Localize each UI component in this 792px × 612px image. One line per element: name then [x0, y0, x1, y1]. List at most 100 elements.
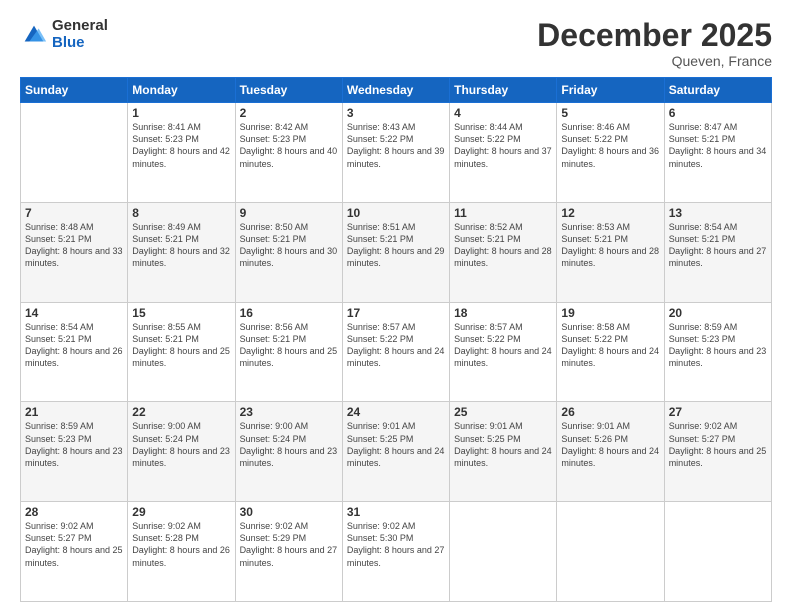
- day-info: Sunrise: 8:44 AM Sunset: 5:22 PM Dayligh…: [454, 121, 552, 170]
- daylight-hours: Daylight: 8 hours and 24 minutes.: [347, 446, 445, 468]
- daylight-hours: Daylight: 8 hours and 23 minutes.: [25, 446, 123, 468]
- day-info: Sunrise: 8:58 AM Sunset: 5:22 PM Dayligh…: [561, 321, 659, 370]
- sunrise-time: Sunrise: 8:59 AM: [669, 322, 738, 332]
- day-info: Sunrise: 8:57 AM Sunset: 5:22 PM Dayligh…: [347, 321, 445, 370]
- day-number: 2: [240, 106, 338, 120]
- sunrise-time: Sunrise: 8:56 AM: [240, 322, 309, 332]
- sunrise-time: Sunrise: 8:47 AM: [669, 122, 738, 132]
- calendar-header-row: SundayMondayTuesdayWednesdayThursdayFrid…: [21, 78, 772, 103]
- day-info: Sunrise: 9:01 AM Sunset: 5:25 PM Dayligh…: [454, 420, 552, 469]
- sunset-time: Sunset: 5:28 PM: [132, 533, 199, 543]
- sunrise-time: Sunrise: 8:58 AM: [561, 322, 630, 332]
- daylight-hours: Daylight: 8 hours and 40 minutes.: [240, 146, 338, 168]
- calendar-cell: 6 Sunrise: 8:47 AM Sunset: 5:21 PM Dayli…: [664, 103, 771, 203]
- calendar-cell: 5 Sunrise: 8:46 AM Sunset: 5:22 PM Dayli…: [557, 103, 664, 203]
- calendar-cell: 24 Sunrise: 9:01 AM Sunset: 5:25 PM Dayl…: [342, 402, 449, 502]
- day-info: Sunrise: 8:41 AM Sunset: 5:23 PM Dayligh…: [132, 121, 230, 170]
- day-number: 19: [561, 306, 659, 320]
- calendar-cell: 30 Sunrise: 9:02 AM Sunset: 5:29 PM Dayl…: [235, 502, 342, 602]
- sunset-time: Sunset: 5:21 PM: [347, 234, 414, 244]
- day-info: Sunrise: 8:47 AM Sunset: 5:21 PM Dayligh…: [669, 121, 767, 170]
- sunset-time: Sunset: 5:22 PM: [347, 134, 414, 144]
- sunrise-time: Sunrise: 8:48 AM: [25, 222, 94, 232]
- day-info: Sunrise: 8:56 AM Sunset: 5:21 PM Dayligh…: [240, 321, 338, 370]
- calendar-cell: 13 Sunrise: 8:54 AM Sunset: 5:21 PM Dayl…: [664, 202, 771, 302]
- daylight-hours: Daylight: 8 hours and 29 minutes.: [347, 246, 445, 268]
- sunrise-time: Sunrise: 8:57 AM: [454, 322, 523, 332]
- sunrise-time: Sunrise: 9:02 AM: [25, 521, 94, 531]
- daylight-hours: Daylight: 8 hours and 32 minutes.: [132, 246, 230, 268]
- sunset-time: Sunset: 5:23 PM: [669, 334, 736, 344]
- calendar-cell: 25 Sunrise: 9:01 AM Sunset: 5:25 PM Dayl…: [450, 402, 557, 502]
- header: General Blue December 2025 Queven, Franc…: [20, 18, 772, 69]
- sunrise-time: Sunrise: 8:49 AM: [132, 222, 201, 232]
- day-info: Sunrise: 9:02 AM Sunset: 5:27 PM Dayligh…: [669, 420, 767, 469]
- calendar-cell: [450, 502, 557, 602]
- daylight-hours: Daylight: 8 hours and 24 minutes.: [561, 446, 659, 468]
- sunrise-time: Sunrise: 9:00 AM: [132, 421, 201, 431]
- day-info: Sunrise: 8:57 AM Sunset: 5:22 PM Dayligh…: [454, 321, 552, 370]
- calendar-cell: 7 Sunrise: 8:48 AM Sunset: 5:21 PM Dayli…: [21, 202, 128, 302]
- day-number: 28: [25, 505, 123, 519]
- sunrise-time: Sunrise: 8:59 AM: [25, 421, 94, 431]
- sunrise-time: Sunrise: 8:54 AM: [25, 322, 94, 332]
- calendar-cell: 4 Sunrise: 8:44 AM Sunset: 5:22 PM Dayli…: [450, 103, 557, 203]
- calendar-cell: 9 Sunrise: 8:50 AM Sunset: 5:21 PM Dayli…: [235, 202, 342, 302]
- sunrise-time: Sunrise: 8:55 AM: [132, 322, 201, 332]
- day-number: 27: [669, 405, 767, 419]
- calendar-day-header: Friday: [557, 78, 664, 103]
- day-info: Sunrise: 8:42 AM Sunset: 5:23 PM Dayligh…: [240, 121, 338, 170]
- sunset-time: Sunset: 5:23 PM: [25, 434, 92, 444]
- day-number: 18: [454, 306, 552, 320]
- day-info: Sunrise: 9:02 AM Sunset: 5:30 PM Dayligh…: [347, 520, 445, 569]
- sunrise-time: Sunrise: 8:54 AM: [669, 222, 738, 232]
- sunset-time: Sunset: 5:23 PM: [132, 134, 199, 144]
- sunrise-time: Sunrise: 8:46 AM: [561, 122, 630, 132]
- day-number: 12: [561, 206, 659, 220]
- sunset-time: Sunset: 5:22 PM: [347, 334, 414, 344]
- calendar-cell: 12 Sunrise: 8:53 AM Sunset: 5:21 PM Dayl…: [557, 202, 664, 302]
- day-number: 30: [240, 505, 338, 519]
- calendar-cell: 8 Sunrise: 8:49 AM Sunset: 5:21 PM Dayli…: [128, 202, 235, 302]
- day-number: 20: [669, 306, 767, 320]
- sunrise-time: Sunrise: 8:51 AM: [347, 222, 416, 232]
- day-info: Sunrise: 8:43 AM Sunset: 5:22 PM Dayligh…: [347, 121, 445, 170]
- sunrise-time: Sunrise: 9:01 AM: [561, 421, 630, 431]
- calendar-cell: 23 Sunrise: 9:00 AM Sunset: 5:24 PM Dayl…: [235, 402, 342, 502]
- calendar-cell: 11 Sunrise: 8:52 AM Sunset: 5:21 PM Dayl…: [450, 202, 557, 302]
- sunset-time: Sunset: 5:27 PM: [25, 533, 92, 543]
- calendar-cell: [557, 502, 664, 602]
- daylight-hours: Daylight: 8 hours and 25 minutes.: [240, 346, 338, 368]
- sunrise-time: Sunrise: 8:42 AM: [240, 122, 309, 132]
- daylight-hours: Daylight: 8 hours and 30 minutes.: [240, 246, 338, 268]
- daylight-hours: Daylight: 8 hours and 24 minutes.: [347, 346, 445, 368]
- calendar-cell: 18 Sunrise: 8:57 AM Sunset: 5:22 PM Dayl…: [450, 302, 557, 402]
- daylight-hours: Daylight: 8 hours and 27 minutes.: [669, 246, 767, 268]
- sunrise-time: Sunrise: 9:02 AM: [669, 421, 738, 431]
- day-number: 15: [132, 306, 230, 320]
- day-info: Sunrise: 8:48 AM Sunset: 5:21 PM Dayligh…: [25, 221, 123, 270]
- day-number: 11: [454, 206, 552, 220]
- sunset-time: Sunset: 5:27 PM: [669, 434, 736, 444]
- sunset-time: Sunset: 5:21 PM: [132, 334, 199, 344]
- calendar-cell: 29 Sunrise: 9:02 AM Sunset: 5:28 PM Dayl…: [128, 502, 235, 602]
- main-title: December 2025: [537, 18, 772, 53]
- calendar-cell: 15 Sunrise: 8:55 AM Sunset: 5:21 PM Dayl…: [128, 302, 235, 402]
- day-number: 14: [25, 306, 123, 320]
- daylight-hours: Daylight: 8 hours and 23 minutes.: [240, 446, 338, 468]
- sunrise-time: Sunrise: 8:52 AM: [454, 222, 523, 232]
- sunset-time: Sunset: 5:22 PM: [454, 134, 521, 144]
- sunset-time: Sunset: 5:30 PM: [347, 533, 414, 543]
- sunset-time: Sunset: 5:21 PM: [25, 334, 92, 344]
- day-number: 26: [561, 405, 659, 419]
- day-number: 7: [25, 206, 123, 220]
- sunset-time: Sunset: 5:24 PM: [132, 434, 199, 444]
- day-info: Sunrise: 8:49 AM Sunset: 5:21 PM Dayligh…: [132, 221, 230, 270]
- daylight-hours: Daylight: 8 hours and 33 minutes.: [25, 246, 123, 268]
- daylight-hours: Daylight: 8 hours and 25 minutes.: [669, 446, 767, 468]
- day-number: 29: [132, 505, 230, 519]
- sunset-time: Sunset: 5:25 PM: [454, 434, 521, 444]
- sunset-time: Sunset: 5:21 PM: [25, 234, 92, 244]
- logo-icon: [20, 21, 48, 49]
- daylight-hours: Daylight: 8 hours and 25 minutes.: [25, 545, 123, 567]
